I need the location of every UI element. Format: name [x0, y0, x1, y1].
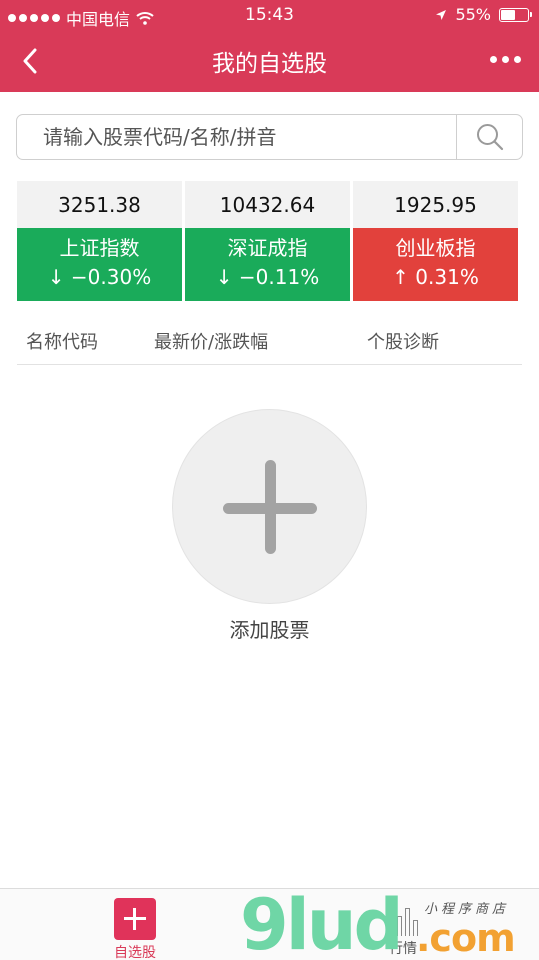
column-headers: 名称代码 最新价/涨跌幅 个股诊断 — [17, 320, 522, 365]
index-value: 1925.95 — [353, 181, 518, 228]
index-change-value: −0.11% — [238, 265, 320, 289]
search-icon — [476, 124, 503, 151]
battery-icon — [499, 7, 532, 22]
battery-percent: 55% — [455, 5, 491, 24]
column-header-name: 名称代码 — [26, 332, 98, 353]
index-change: ↑ 0.31% — [353, 262, 518, 292]
market-indices: 3251.38 上证指数 ↓ −0.30% 10432.64 深证成指 ↓ −0… — [17, 181, 518, 301]
index-name: 深证成指 — [227, 236, 308, 260]
index-change: ↓ −0.30% — [17, 262, 182, 292]
status-bar: 中国电信 15:43 55% — [0, 0, 539, 30]
tab-market[interactable]: 行情 — [343, 889, 463, 960]
column-header-price: 最新价/涨跌幅 — [154, 332, 269, 353]
add-stock-button[interactable] — [172, 409, 367, 604]
more-dots-icon — [490, 56, 497, 63]
index-change-value: −0.30% — [70, 265, 152, 289]
index-name: 上证指数 — [59, 236, 140, 260]
index-name: 创业板指 — [395, 236, 476, 260]
add-stock-label: 添加股票 — [229, 618, 310, 642]
tab-label: 行情 — [389, 941, 417, 957]
status-right: 55% — [435, 5, 532, 24]
plus-square-icon — [114, 898, 156, 940]
index-value: 3251.38 — [17, 181, 182, 228]
search-button[interactable] — [456, 115, 522, 159]
nav-bar: 我的自选股 — [0, 30, 539, 92]
index-change: ↓ −0.11% — [185, 262, 350, 292]
index-card-sh[interactable]: 3251.38 上证指数 ↓ −0.30% — [17, 181, 182, 301]
index-change-value: 0.31% — [415, 265, 479, 289]
search-input[interactable] — [17, 115, 457, 159]
tab-watchlist[interactable]: 自选股 — [75, 889, 195, 960]
tab-label: 自选股 — [114, 945, 156, 960]
index-card-cyb[interactable]: 1925.95 创业板指 ↑ 0.31% — [353, 181, 518, 301]
arrow-down-icon: ↓ — [215, 265, 233, 289]
more-button[interactable] — [486, 50, 525, 69]
page-title: 我的自选股 — [212, 51, 327, 77]
index-value: 10432.64 — [185, 181, 350, 228]
arrow-up-icon: ↑ — [392, 265, 409, 289]
arrow-down-icon: ↓ — [47, 265, 65, 289]
battery-fill — [501, 9, 515, 20]
column-header-diagnosis: 个股诊断 — [367, 332, 439, 353]
search-bar — [16, 114, 523, 160]
index-card-sz[interactable]: 10432.64 深证成指 ↓ −0.11% — [185, 181, 350, 301]
location-arrow-icon — [436, 9, 447, 20]
tab-bar: 自选股 行情 — [0, 888, 539, 960]
bar-chart-icon — [382, 902, 424, 936]
